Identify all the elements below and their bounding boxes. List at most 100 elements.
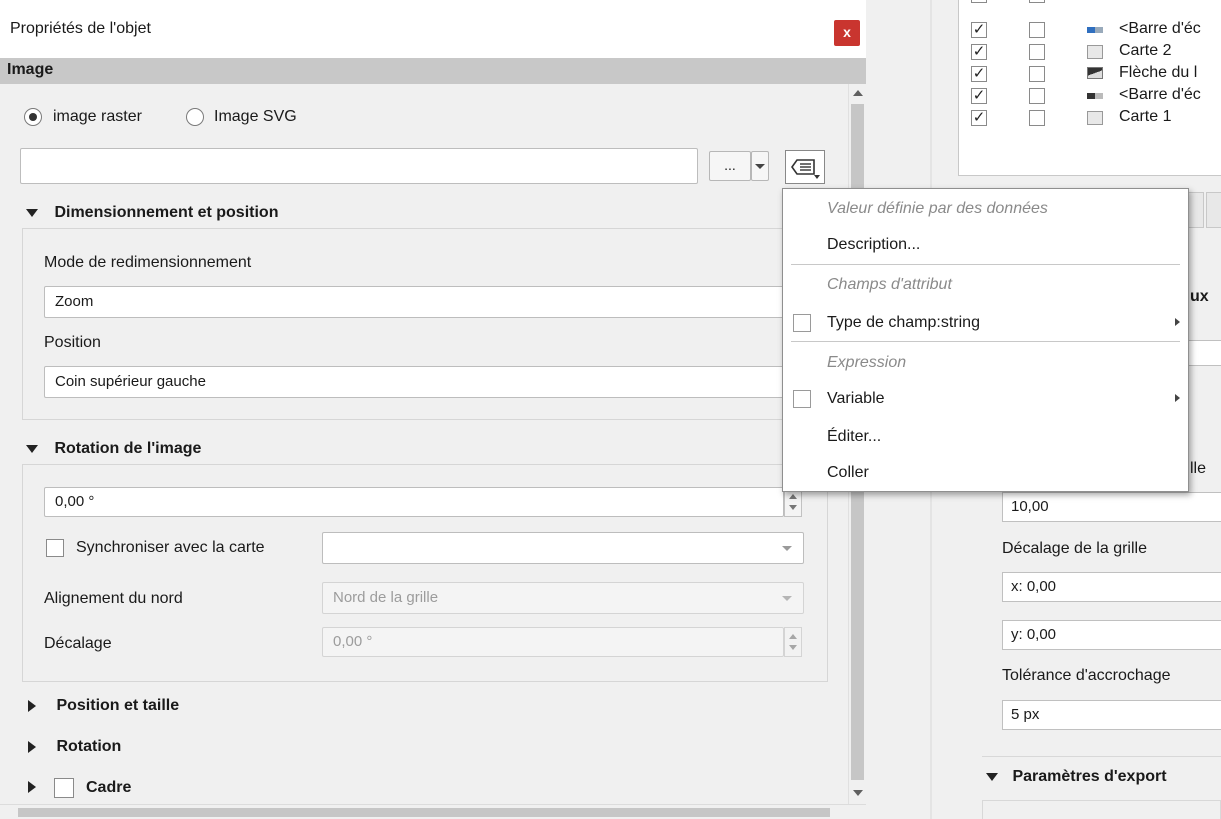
visibility-checkbox[interactable]: ✓ <box>971 22 987 38</box>
item-label: <Barre d'éc <box>1119 86 1201 103</box>
submenu-arrow-icon <box>1175 394 1180 402</box>
export-group-title: Paramètres d'export <box>1012 768 1167 785</box>
browse-menu-button[interactable] <box>751 151 769 181</box>
radio-selected-dot <box>29 113 37 121</box>
offset-input[interactable]: 0,00 ° <box>322 627 784 657</box>
group-border <box>982 756 1221 757</box>
menu-item-paste[interactable]: Coller <box>783 455 1188 491</box>
grid-offset-x-input[interactable]: x: 0,00 <box>1002 572 1221 602</box>
scalebar-icon <box>1087 27 1103 33</box>
sizing-group-title: Dimensionnement et position <box>54 204 279 221</box>
item-label: Carte 2 <box>1119 42 1172 59</box>
partial-label: lle <box>1190 460 1207 477</box>
list-item[interactable]: ✓ Carte 2 <box>959 40 1221 62</box>
variable-checkbox[interactable] <box>793 390 811 408</box>
menu-header-attribute-fields: Champs d'attribut <box>783 267 1188 303</box>
position-size-group-header[interactable]: Position et taille <box>28 697 179 715</box>
menu-header-label: Expression <box>827 354 907 371</box>
items-list[interactable]: ✓ ✓ <Barre d'éc ✓ Carte 2 ✓ Flèche du l … <box>958 0 1221 176</box>
resize-mode-select[interactable]: Zoom <box>44 286 804 318</box>
item-label: Carte 1 <box>1119 108 1172 125</box>
sync-map-select[interactable] <box>322 532 804 564</box>
lock-checkbox[interactable] <box>1029 22 1045 38</box>
lock-checkbox[interactable] <box>1029 66 1045 82</box>
menu-header-expression: Expression <box>783 345 1188 381</box>
grid-offset-y-input[interactable]: y: 0,00 <box>1002 620 1221 650</box>
raster-image-label[interactable]: image raster <box>53 108 142 126</box>
menu-item-label: Variable <box>827 390 885 407</box>
sync-with-map-label[interactable]: Synchroniser avec la carte <box>76 539 265 557</box>
grid-offset-label: Décalage de la grille <box>1002 540 1147 557</box>
horizontal-scrollbar[interactable] <box>0 804 866 819</box>
image-rotation-input[interactable]: 0,00 ° <box>44 487 784 517</box>
list-item[interactable]: ✓ <Barre d'éc <box>959 84 1221 106</box>
menu-item-field-type[interactable]: Type de champ:string <box>783 305 1188 341</box>
visibility-checkbox[interactable]: ✓ <box>971 88 987 104</box>
snap-tolerance-input[interactable]: 5 px <box>1002 700 1221 730</box>
image-path-input[interactable] <box>20 148 698 184</box>
scroll-down-icon[interactable] <box>853 790 863 796</box>
item-label: <Barre d'éc <box>1119 20 1201 37</box>
visibility-checkbox[interactable]: ✓ <box>971 66 987 82</box>
north-alignment-select[interactable]: Nord de la grille <box>322 582 804 614</box>
field-type-checkbox[interactable] <box>793 314 811 332</box>
tab[interactable] <box>1206 192 1221 228</box>
scrollbar-thumb[interactable] <box>18 808 830 817</box>
offset-spinner[interactable] <box>784 627 802 657</box>
export-group-header[interactable]: Paramètres d'export <box>986 768 1167 786</box>
visibility-checkbox[interactable]: ✓ <box>971 110 987 126</box>
sizing-group-header[interactable]: Dimensionnement et position <box>26 204 278 222</box>
scalebar-icon <box>1087 93 1103 99</box>
close-button[interactable]: x <box>834 20 860 46</box>
menu-separator <box>791 264 1180 265</box>
frame-group-header[interactable] <box>28 778 36 796</box>
scroll-up-icon[interactable] <box>853 90 863 96</box>
lock-checkbox[interactable] <box>1029 88 1045 104</box>
menu-item-description[interactable]: Description... <box>783 227 1188 263</box>
lock-checkbox[interactable] <box>1029 44 1045 60</box>
browse-button[interactable]: ... <box>709 151 751 181</box>
grid-spacing-input[interactable]: 10,00 <box>1002 492 1221 522</box>
partial-field[interactable] <box>1188 340 1221 366</box>
menu-item-variable[interactable]: Variable <box>783 381 1188 417</box>
section-title: Image <box>7 61 54 78</box>
menu-item-edit[interactable]: Éditer... <box>783 419 1188 455</box>
menu-header-label: Champs d'attribut <box>827 276 952 293</box>
menu-item-label: Description... <box>827 236 921 253</box>
rotation-collapsed-group-title: Rotation <box>56 738 122 755</box>
list-item[interactable]: ✓ Flèche du l <box>959 62 1221 84</box>
rotation-group-header[interactable]: Rotation de l'image <box>26 440 201 458</box>
collapse-arrow-icon <box>986 772 998 781</box>
sync-with-map-checkbox[interactable] <box>46 539 64 557</box>
chevron-down-icon <box>782 546 792 551</box>
item-properties-dialog: Propriétés de l'objet x Image image rast… <box>0 0 866 819</box>
properties-scroll-area: image raster Image SVG ... Dimensionneme… <box>0 84 848 804</box>
frame-checkbox[interactable] <box>54 778 74 798</box>
position-select[interactable]: Coin supérieur gauche <box>44 366 804 398</box>
position-size-group-title: Position et taille <box>56 697 180 714</box>
chevron-down-icon <box>782 596 792 601</box>
list-item[interactable]: ✓ <box>959 0 1221 8</box>
map-icon <box>1087 45 1103 59</box>
raster-image-radio[interactable] <box>24 108 42 126</box>
visibility-checkbox[interactable]: ✓ <box>971 0 987 3</box>
frame-group-title[interactable]: Cadre <box>86 779 131 797</box>
collapse-arrow-icon <box>26 444 38 453</box>
list-item[interactable]: ✓ Carte 1 <box>959 106 1221 128</box>
svg-image-label[interactable]: Image SVG <box>214 108 297 126</box>
data-defined-override-button[interactable] <box>785 150 825 184</box>
rotation-collapsed-group-header[interactable]: Rotation <box>28 738 121 756</box>
resize-mode-label: Mode de redimensionnement <box>44 254 252 271</box>
menu-item-label: Type de champ:string <box>827 314 980 331</box>
menu-item-label: Éditer... <box>827 428 882 445</box>
offset-label: Décalage <box>44 635 112 652</box>
lock-checkbox[interactable] <box>1029 0 1045 3</box>
visibility-checkbox[interactable]: ✓ <box>971 44 987 60</box>
lock-checkbox[interactable] <box>1029 110 1045 126</box>
item-label: Flèche du l <box>1119 64 1198 81</box>
menu-header-label: Valeur définie par des données <box>827 200 1048 217</box>
list-item[interactable]: ✓ <Barre d'éc <box>959 18 1221 40</box>
partial-group-title: ux <box>1190 288 1209 305</box>
svg-image-radio[interactable] <box>186 108 204 126</box>
menu-separator <box>791 341 1180 342</box>
